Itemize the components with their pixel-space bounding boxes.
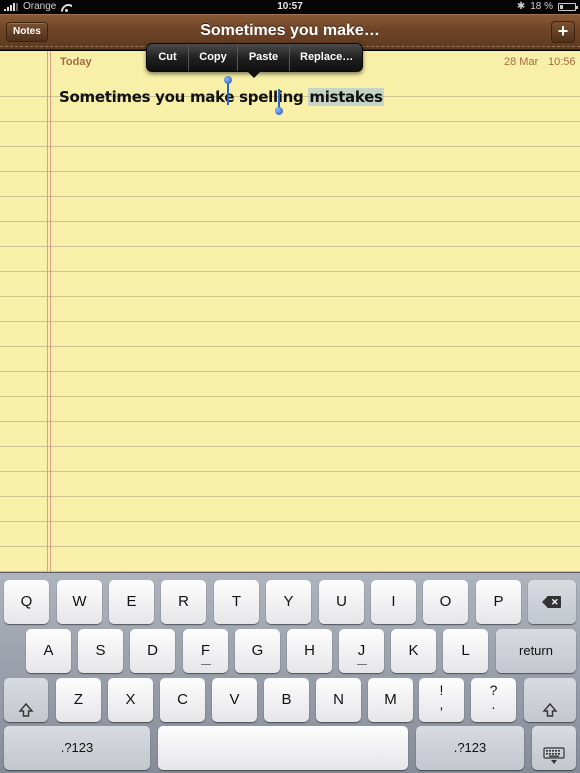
backspace-key[interactable]: ✕	[528, 580, 576, 624]
battery-percent: 18 %	[530, 1, 553, 12]
key-k[interactable]: K	[391, 629, 436, 673]
status-bar: Orange 10:57 ✱ 18 %	[0, 0, 580, 14]
key-label: J	[357, 642, 366, 659]
key-n[interactable]: N	[316, 678, 361, 722]
note-date-label: Today	[60, 56, 92, 68]
key-g[interactable]: G	[235, 629, 280, 673]
note-paper[interactable]: Today 28 Mar 10:56 Sometimes you make sp…	[0, 51, 580, 572]
status-right: ✱ 18 %	[516, 0, 578, 14]
key-r[interactable]: R	[161, 580, 206, 624]
key-label: F	[200, 642, 211, 659]
edit-menu: Cut Copy Paste Replace…	[146, 43, 363, 78]
key-l[interactable]: L	[443, 629, 488, 673]
shift-key-right[interactable]	[524, 678, 576, 722]
key-d[interactable]: D	[130, 629, 175, 673]
key-z[interactable]: Z	[56, 678, 101, 722]
on-screen-keyboard: Q W E R T Y U I O P ✕ A S D F G H J K L …	[0, 572, 580, 773]
key-lower-label: .	[491, 696, 496, 712]
replace-menu-item[interactable]: Replace…	[290, 44, 362, 71]
note-text-plain: Sometimes you make spelling	[59, 88, 309, 106]
key-v[interactable]: V	[212, 678, 257, 722]
key-b[interactable]: B	[264, 678, 309, 722]
key-o[interactable]: O	[423, 580, 468, 624]
hide-keyboard-key[interactable]	[532, 726, 576, 770]
key-t[interactable]: T	[214, 580, 259, 624]
key-exclamation-comma[interactable]: ! ,	[419, 678, 464, 722]
key-p[interactable]: P	[476, 580, 521, 624]
selection-start-handle[interactable]	[224, 76, 232, 105]
key-c[interactable]: C	[160, 678, 205, 722]
note-body[interactable]: Sometimes you make spelling mistakes	[59, 88, 384, 106]
key-s[interactable]: S	[78, 629, 123, 673]
selected-text[interactable]: mistakes	[308, 88, 384, 106]
key-e[interactable]: E	[109, 580, 154, 624]
shift-key-left[interactable]	[4, 678, 48, 722]
key-upper-label: ?	[489, 682, 498, 698]
home-row-nub	[356, 664, 367, 665]
space-bar[interactable]	[158, 726, 408, 770]
copy-menu-item[interactable]: Copy	[189, 44, 238, 71]
battery-icon	[558, 3, 578, 11]
battery-fill	[560, 5, 563, 9]
note-title: Sometimes you make…	[200, 22, 380, 39]
key-lower-label: ,	[439, 696, 444, 712]
home-row-nub	[200, 664, 211, 665]
cut-menu-item[interactable]: Cut	[147, 44, 189, 71]
note-time: 10:56	[548, 56, 576, 68]
numbers-key-left[interactable]: .?123	[4, 726, 150, 770]
key-w[interactable]: W	[57, 580, 102, 624]
key-i[interactable]: I	[371, 580, 416, 624]
key-h[interactable]: H	[287, 629, 332, 673]
margin-line	[47, 51, 48, 572]
key-q[interactable]: Q	[4, 580, 49, 624]
key-u[interactable]: U	[319, 580, 364, 624]
return-key[interactable]: return	[496, 629, 576, 673]
key-x[interactable]: X	[108, 678, 153, 722]
backspace-icon: ✕	[542, 596, 562, 609]
bluetooth-icon: ✱	[516, 1, 526, 12]
add-note-button[interactable]: +	[551, 21, 575, 43]
key-upper-label: !	[439, 682, 444, 698]
margin-line	[50, 51, 51, 572]
key-question-period[interactable]: ? .	[471, 678, 516, 722]
key-a[interactable]: A	[26, 629, 71, 673]
key-f[interactable]: F	[183, 629, 228, 673]
keyboard-hide-icon	[543, 739, 565, 765]
shift-icon	[542, 692, 558, 717]
key-y[interactable]: Y	[266, 580, 311, 624]
key-m[interactable]: M	[368, 678, 413, 722]
shift-icon	[18, 692, 34, 717]
note-date: 28 Mar	[504, 56, 539, 68]
paste-menu-item[interactable]: Paste	[238, 44, 290, 71]
key-j[interactable]: J	[339, 629, 384, 673]
numbers-key-right[interactable]: .?123	[416, 726, 524, 770]
status-time: 10:57	[277, 1, 303, 12]
selection-end-handle[interactable]	[275, 89, 283, 115]
